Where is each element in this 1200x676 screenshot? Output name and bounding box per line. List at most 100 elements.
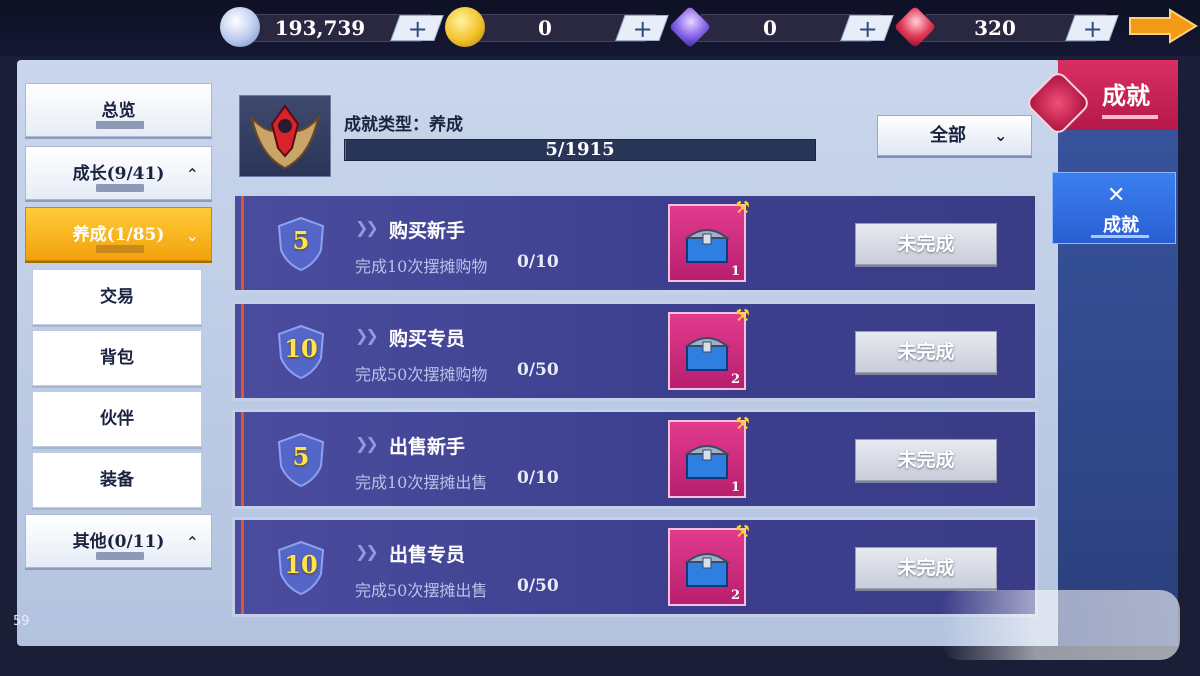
- reward-count: 2: [730, 372, 740, 387]
- achievement-progress: 0/50: [517, 576, 559, 596]
- treasure-chest-icon: [684, 222, 730, 264]
- currency-value: 193,739: [274, 16, 366, 40]
- currency-value: 320: [974, 16, 1016, 40]
- sidebar-subitem-trade[interactable]: 交易: [32, 269, 202, 325]
- level-number: 5: [292, 442, 310, 471]
- double-arrow-icon: ❯❯: [355, 434, 379, 453]
- plus-icon: +: [857, 15, 878, 43]
- sub-caption: [96, 552, 144, 560]
- category-emblem-icon: [239, 95, 331, 177]
- achievement-row: 10 ❯❯ 购买专员 完成50次摆摊购物 0/50 ⚒ 2 未完成: [232, 301, 1038, 401]
- plus-icon: +: [407, 15, 428, 43]
- reward-count: 2: [730, 588, 740, 603]
- currency-value: 0: [538, 16, 552, 40]
- treasure-chest-icon: [684, 330, 730, 372]
- back-arrow-icon[interactable]: [1100, 4, 1200, 48]
- sub-caption: [1091, 235, 1149, 238]
- double-arrow-icon: ❯❯: [355, 542, 379, 561]
- right-tab-strip: [1058, 60, 1178, 646]
- level-shield-icon: 10: [275, 324, 327, 380]
- reward-count: 1: [730, 480, 740, 495]
- level-number: 10: [284, 334, 318, 363]
- level-shield-icon: 5: [275, 432, 327, 488]
- level-number: 10: [284, 550, 318, 579]
- chevron-up-icon: ⌃: [185, 533, 199, 552]
- achievement-description: 完成50次摆摊出售: [355, 581, 488, 600]
- currency-bar: 193,739 + 0 + 0 + 320 +: [0, 0, 1200, 56]
- row-accent: [241, 520, 244, 614]
- achievement-progress-bar: 5/1915: [344, 139, 816, 161]
- sub-caption: [1102, 115, 1158, 119]
- level-shield-icon: 5: [275, 216, 327, 272]
- achievement-progress: 0/10: [517, 252, 559, 272]
- sidebar-item-label: 养成(1/85): [72, 225, 165, 245]
- category-type-label: 成就类型：养成: [344, 115, 463, 135]
- level-number: 5: [292, 226, 310, 255]
- sub-caption: [96, 245, 144, 253]
- row-accent: [241, 304, 244, 398]
- treasure-chest-icon: [684, 438, 730, 480]
- achievement-row: 10 ❯❯ 出售专员 完成50次摆摊出售 0/50 ⚒ 2 未完成: [232, 517, 1038, 617]
- hammer-icon: ⚒: [734, 522, 750, 542]
- achievement-description: 完成10次摆摊购物: [355, 257, 488, 276]
- achievement-description: 完成50次摆摊购物: [355, 365, 488, 384]
- plus-icon: +: [632, 15, 653, 43]
- treasure-chest-icon: [684, 546, 730, 588]
- sub-caption: [96, 184, 144, 192]
- sidebar-subitem-equipment[interactable]: 装备: [32, 452, 202, 508]
- fps-counter: 59: [13, 614, 30, 629]
- achievement-title: 出售专员: [389, 544, 466, 566]
- reward-count: 1: [730, 264, 740, 279]
- level-shield-icon: 10: [275, 540, 327, 596]
- watermark: [940, 590, 1180, 660]
- achievement-row: 5 ❯❯ 出售新手 完成10次摆摊出售 0/10 ⚒ 1 未完成: [232, 409, 1038, 509]
- row-accent: [241, 196, 244, 290]
- sidebar-item-cultivate[interactable]: 养成(1/85) ⌄: [25, 207, 212, 261]
- sidebar-item-growth[interactable]: 成长(9/41) ⌃: [25, 146, 212, 200]
- achievement-title: 购买专员: [389, 328, 466, 350]
- reward-item[interactable]: ⚒ 2: [668, 522, 750, 606]
- achievement-progress: 0/10: [517, 468, 559, 488]
- tab-label: 成就: [1102, 81, 1150, 110]
- crossed-swords-icon: ✕: [1107, 183, 1126, 208]
- reward-item[interactable]: ⚒ 2: [668, 306, 750, 390]
- tab-label: 成就: [1103, 215, 1139, 236]
- claim-status-button[interactable]: 未完成: [855, 331, 997, 373]
- claim-status-button[interactable]: 未完成: [855, 547, 997, 589]
- sidebar-subitem-partner[interactable]: 伙伴: [32, 391, 202, 447]
- add-gold-button[interactable]: +: [615, 15, 669, 43]
- tab-achievement[interactable]: 成就: [1024, 60, 1178, 137]
- double-arrow-icon: ❯❯: [355, 326, 379, 345]
- claim-status-button[interactable]: 未完成: [855, 223, 997, 265]
- sub-caption: [96, 121, 144, 129]
- achievement-row: 5 ❯❯ 购买新手 完成10次摆摊购物 0/10 ⚒ 1 未完成: [232, 193, 1038, 293]
- sidebar-item-label: 其他(0/11): [72, 532, 165, 552]
- sidebar-item-label: 成长(9/41): [72, 164, 165, 184]
- reward-item[interactable]: ⚒ 1: [668, 414, 750, 498]
- add-silver-button[interactable]: +: [390, 15, 444, 43]
- row-accent: [241, 412, 244, 506]
- sidebar-item-overview[interactable]: 总览: [25, 83, 212, 137]
- hammer-icon: ⚒: [734, 198, 750, 218]
- sidebar-item-label: 总览: [101, 101, 136, 121]
- double-arrow-icon: ❯❯: [355, 218, 379, 237]
- sidebar-subitem-bag[interactable]: 背包: [32, 330, 202, 386]
- achievement-progress: 0/50: [517, 360, 559, 380]
- currency-value: 0: [763, 16, 777, 40]
- hammer-icon: ⚒: [734, 414, 750, 434]
- hammer-icon: ⚒: [734, 306, 750, 326]
- chevron-up-icon: ⌃: [185, 165, 199, 184]
- add-purple-gem-button[interactable]: +: [840, 15, 894, 43]
- achievement-title: 购买新手: [389, 220, 466, 242]
- tab-achievement-sub[interactable]: ✕ 成就: [1052, 172, 1176, 244]
- filter-dropdown[interactable]: 全部 ⌄: [877, 115, 1032, 156]
- progress-text: 5/1915: [545, 139, 615, 160]
- achievement-title: 出售新手: [389, 436, 466, 458]
- achievement-description: 完成10次摆摊出售: [355, 473, 488, 492]
- reward-item[interactable]: ⚒ 1: [668, 198, 750, 282]
- chevron-down-icon: ⌄: [185, 226, 199, 245]
- claim-status-button[interactable]: 未完成: [855, 439, 997, 481]
- filter-label: 全部: [930, 125, 966, 146]
- sidebar-item-others[interactable]: 其他(0/11) ⌃: [25, 514, 212, 568]
- chevron-down-icon: ⌄: [994, 126, 1008, 145]
